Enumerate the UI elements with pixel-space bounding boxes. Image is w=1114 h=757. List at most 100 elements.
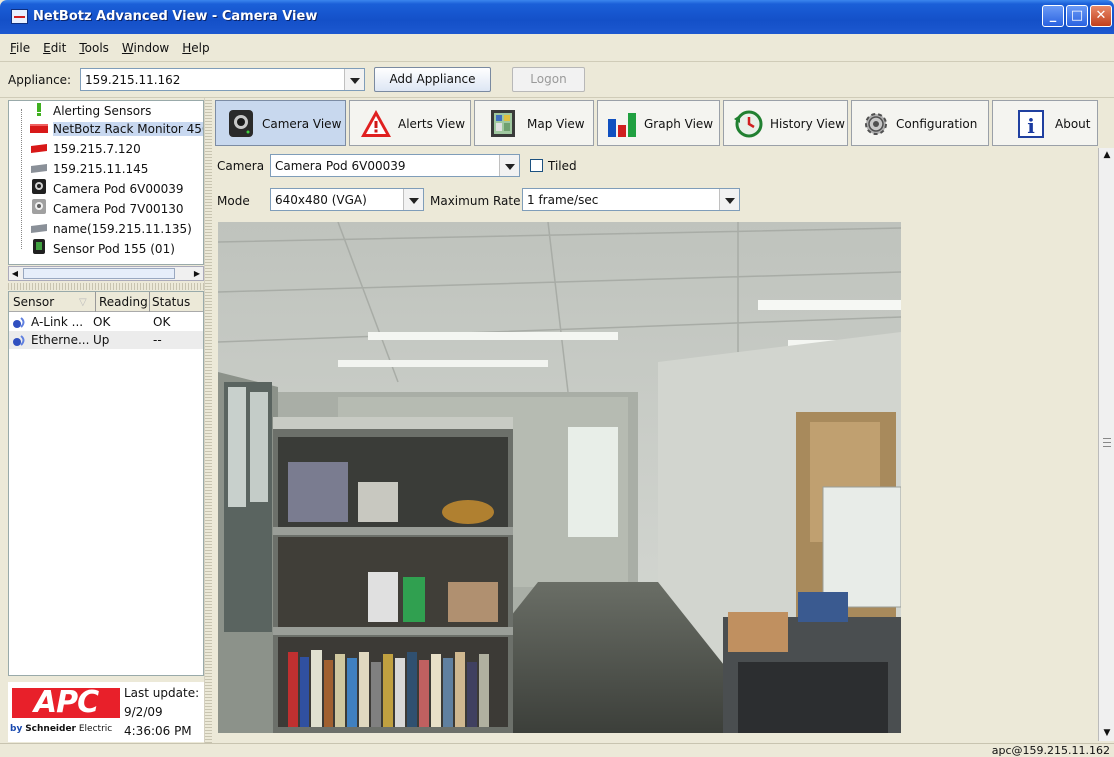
col-status[interactable]: Status (152, 295, 190, 309)
mode-select[interactable]: 640x480 (VGA) (270, 188, 424, 211)
tab-history-view[interactable]: History View (723, 100, 848, 146)
appliance-select[interactable]: 159.215.11.162 (80, 68, 365, 91)
camera-label: Camera (217, 159, 265, 173)
chevron-down-icon[interactable] (344, 69, 364, 90)
tab-map-view[interactable]: Map View (474, 100, 594, 146)
apc-logo: APC (12, 688, 120, 718)
menu-bar: File Edit Tools Window Help (0, 34, 1114, 62)
menu-window[interactable]: Window (119, 34, 172, 62)
sensor-table-header: Sensor ▽ Reading Status (9, 292, 203, 312)
info-icon: i (1015, 109, 1047, 139)
tab-configuration[interactable]: Configuration (851, 100, 989, 146)
left-panel: Alerting Sensors NetBotz Rack Monitor 45… (0, 98, 206, 743)
sensor-name: A-Link ... (31, 315, 84, 329)
rate-value: 1 frame/sec (527, 193, 599, 207)
logon-button[interactable]: Logon (512, 67, 585, 92)
tree-item-rack-monitor[interactable]: NetBotz Rack Monitor 450 (29, 119, 203, 139)
gray-appliance-icon (29, 221, 49, 234)
tab-label: Camera View (262, 117, 342, 131)
menu-edit[interactable]: Edit (40, 34, 69, 62)
svg-text:i: i (1027, 114, 1035, 138)
title-bar: NetBotz Advanced View - Camera View _ □ … (0, 0, 1114, 34)
tree-item-appliance[interactable]: 159.215.11.145 (29, 159, 148, 179)
table-row[interactable]: A-Link ... OK OK (9, 313, 203, 331)
sensor-reading: Up (93, 333, 110, 347)
camera-pod-icon (29, 179, 49, 194)
camera-icon (225, 109, 257, 139)
tree-horizontal-scrollbar[interactable]: ◀ ▶ (8, 266, 204, 281)
tree-item-label: NetBotz Rack Monitor 450 (53, 122, 203, 136)
maximum-rate-select[interactable]: 1 frame/sec (522, 188, 740, 211)
table-row[interactable]: Etherne... Up -- (9, 331, 203, 349)
sensor-signal-icon (12, 315, 28, 329)
close-button[interactable]: ✕ (1090, 5, 1112, 27)
tree-item-label: Sensor Pod 155 (01) (53, 242, 175, 256)
col-sensor[interactable]: Sensor (13, 295, 54, 309)
sensor-table: Sensor ▽ Reading Status A-Link ... OK OK… (8, 291, 204, 676)
tree-item-label: Camera Pod 7V00130 (53, 202, 184, 216)
last-update-label: Last update: (124, 686, 200, 700)
tree-connector-line (21, 109, 22, 249)
add-appliance-button[interactable]: Add Appliance (374, 67, 491, 92)
chevron-down-icon[interactable] (499, 155, 519, 176)
scroll-up-arrow-icon[interactable]: ▲ (1099, 148, 1114, 163)
red-appliance-icon (29, 141, 49, 154)
appliance-tree: Alerting Sensors NetBotz Rack Monitor 45… (8, 100, 204, 265)
scrollbar-grip[interactable] (1103, 438, 1111, 447)
status-bar: apc@159.215.11.162 (0, 743, 1114, 757)
apc-logo-subtitle: by Schneider Electric (10, 724, 113, 734)
office-scene (218, 222, 901, 733)
tree-item-label: Camera Pod 6V00039 (53, 182, 184, 196)
horizontal-splitter[interactable] (8, 283, 204, 290)
scrollbar-thumb[interactable] (23, 268, 175, 279)
sensor-name: Etherne... (31, 333, 90, 347)
tab-label: Configuration (896, 117, 978, 131)
maximize-button[interactable]: □ (1066, 5, 1088, 27)
tab-graph-view[interactable]: Graph View (597, 100, 720, 146)
scroll-right-arrow-icon[interactable]: ▶ (191, 268, 203, 279)
tree-item-label: Alerting Sensors (53, 104, 152, 118)
scroll-left-arrow-icon[interactable]: ◀ (9, 268, 21, 279)
menu-help[interactable]: Help (179, 34, 212, 62)
tree-item-alerting-sensors[interactable]: Alerting Sensors (29, 101, 151, 121)
tree-item-appliance[interactable]: 159.215.7.120 (29, 139, 141, 159)
scroll-down-arrow-icon[interactable]: ▼ (1099, 726, 1114, 741)
tree-item-camera-pod[interactable]: Camera Pod 7V00130 (29, 199, 184, 219)
tab-label: Alerts View (398, 117, 466, 131)
tree-item-label: name(159.215.11.135) (53, 222, 192, 236)
tiled-label: Tiled (548, 159, 577, 173)
tab-alerts-view[interactable]: Alerts View (349, 100, 471, 146)
tab-camera-view[interactable]: Camera View (215, 100, 346, 146)
chevron-down-icon[interactable] (403, 189, 423, 210)
sensor-signal-icon (12, 333, 28, 347)
appliance-label: Appliance: (8, 73, 72, 87)
tab-label: History View (770, 117, 845, 131)
tree-item-label: 159.215.7.120 (53, 142, 141, 156)
tree-item-appliance[interactable]: name(159.215.11.135) (29, 219, 192, 239)
tree-item-label: 159.215.11.145 (53, 162, 149, 176)
alert-triangle-icon (360, 109, 392, 139)
tab-about[interactable]: i About (992, 100, 1098, 146)
minimize-button[interactable]: _ (1042, 5, 1064, 27)
menu-tools[interactable]: Tools (76, 34, 112, 62)
tree-item-sensor-pod[interactable]: Sensor Pod 155 (01) (29, 239, 175, 259)
appliance-value: 159.215.11.162 (85, 73, 181, 87)
col-reading[interactable]: Reading (99, 295, 148, 309)
tiled-checkbox[interactable] (530, 159, 543, 172)
chevron-down-icon[interactable] (719, 189, 739, 210)
bar-graph-icon (606, 109, 638, 139)
last-update-date: 9/2/09 (124, 705, 163, 719)
content-vertical-scrollbar[interactable]: ▲ ▼ (1098, 148, 1114, 741)
tree-item-camera-pod[interactable]: Camera Pod 6V00039 (29, 179, 184, 199)
camera-select[interactable]: Camera Pod 6V00039 (270, 154, 520, 177)
vertical-splitter[interactable] (204, 98, 212, 743)
gear-icon (860, 109, 892, 139)
brand-area: APC by Schneider Electric Last update: 9… (8, 682, 204, 742)
mode-label: Mode (217, 194, 250, 208)
mode-value: 640x480 (VGA) (275, 193, 367, 207)
tab-label: Graph View (644, 117, 714, 131)
menu-file[interactable]: File (7, 34, 33, 62)
sensor-status: OK (153, 315, 171, 329)
netbotz-app-icon (11, 9, 28, 24)
appliance-bar: Appliance: 159.215.11.162 Add Appliance … (0, 62, 1114, 98)
